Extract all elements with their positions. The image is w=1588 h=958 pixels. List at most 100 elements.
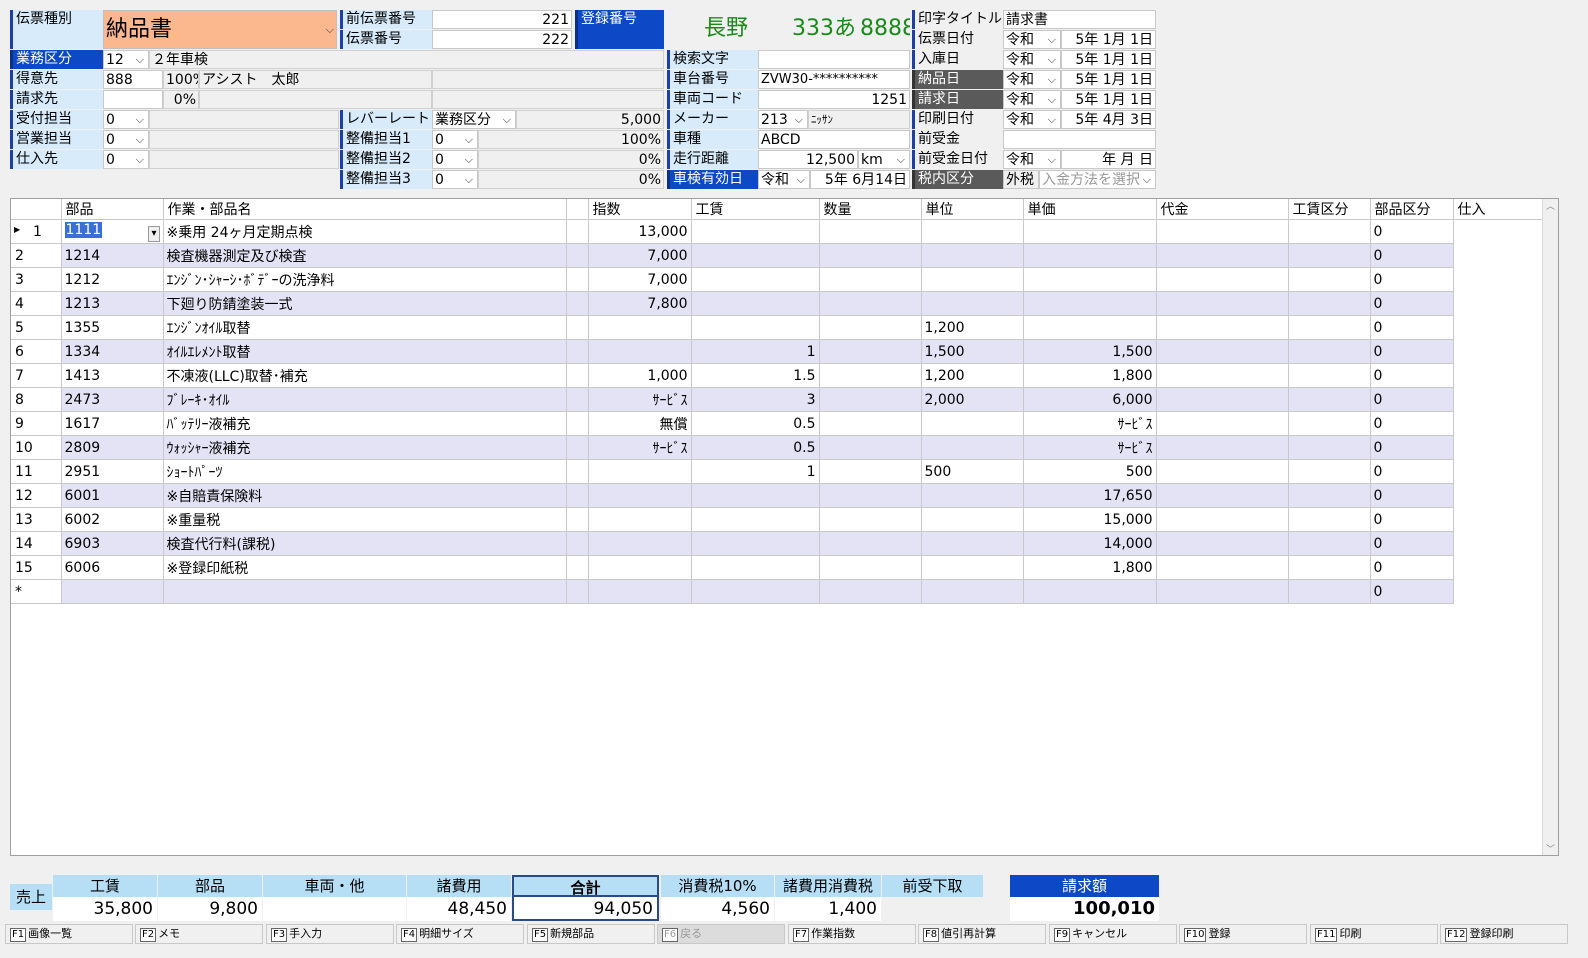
grid-cell[interactable] <box>819 507 922 532</box>
grid-cell[interactable] <box>1288 267 1371 292</box>
grid-cell[interactable]: 0.5 <box>691 411 820 436</box>
grid-cell[interactable] <box>1023 291 1157 316</box>
grid-cell[interactable]: ※重量税 <box>163 507 567 532</box>
grid-cell[interactable] <box>566 267 589 292</box>
grid-cell[interactable]: 0 <box>1370 363 1454 388</box>
grid-cell[interactable]: 無償 <box>588 411 692 436</box>
grid-cell[interactable] <box>566 315 589 340</box>
grid-cell[interactable] <box>1288 531 1371 556</box>
grid-cell[interactable] <box>819 243 922 268</box>
grid-cell[interactable] <box>691 555 820 580</box>
mileage-field[interactable]: 12,500 <box>758 150 858 169</box>
grid-cell[interactable]: 1,200 <box>921 363 1024 388</box>
delivery-date-field[interactable]: 5年 1月 1日 <box>1061 70 1156 89</box>
grid-cell[interactable] <box>921 555 1024 580</box>
grid-cell[interactable] <box>819 435 922 460</box>
table-row[interactable]: 15 6006 ※登録印紙税 1,800 0 <box>11 555 1543 580</box>
delivery-date-era-select[interactable]: 令和 ⌵ <box>1003 70 1061 89</box>
search-text-field[interactable] <box>758 50 910 69</box>
table-row[interactable]: ▶ 1 1111 ▾ ※乗用 24ヶ月定期点検 13,000 0 <box>11 219 1543 244</box>
grid-cell[interactable] <box>921 507 1024 532</box>
table-row[interactable]: 9 1617 ﾊﾞｯﾃﾘｰ液補充 無償 0.5 ｻｰﾋﾞｽ 0 <box>11 411 1543 436</box>
grid-cell[interactable] <box>691 483 820 508</box>
grid-cell[interactable]: ｻｰﾋﾞｽ <box>588 387 692 412</box>
grid-cell[interactable]: ｻｰﾋﾞｽ <box>1023 411 1157 436</box>
grid-cell[interactable]: 0 <box>1370 555 1454 580</box>
table-row[interactable]: 7 1413 不凍液(LLC)取替･補充 1,000 1.5 1,200 1,800 0 <box>11 363 1543 388</box>
grid-cell[interactable] <box>566 531 589 556</box>
grid-cell[interactable] <box>588 579 692 604</box>
column-header[interactable]: 作業・部品名 <box>163 199 567 220</box>
grid-cell[interactable] <box>1156 219 1289 244</box>
grid-cell[interactable] <box>566 555 589 580</box>
grid-cell[interactable] <box>61 579 164 604</box>
tax-type-value[interactable]: 外税 <box>1003 170 1039 189</box>
grid-cell[interactable]: ﾌﾞﾚｰｷ･ｵｲﾙ <box>163 387 567 412</box>
grid-cell[interactable]: ﾊﾞｯﾃﾘｰ液補充 <box>163 411 567 436</box>
grid-cell[interactable] <box>1023 243 1157 268</box>
grid-cell[interactable] <box>1023 315 1157 340</box>
grid-cell[interactable]: 0 <box>1370 531 1454 556</box>
invoice-date-era-select[interactable]: 令和 ⌵ <box>1003 90 1061 109</box>
grid-cell[interactable] <box>1156 411 1289 436</box>
fkey-f6-button[interactable]: F6 戻る <box>657 924 785 944</box>
grid-cell[interactable]: 0 <box>1370 507 1454 532</box>
grid-cell[interactable]: 14,000 <box>1023 531 1157 556</box>
grid-cell[interactable] <box>1288 363 1371 388</box>
detail-grid[interactable]: 部品 作業・部品名 指数 工賃 数量 単位 単価 代金 工賃区分 部品区分 仕入 ▶ 1 1111 ▾ ※乗… <box>10 198 1559 856</box>
dropdown-arrow-icon[interactable]: ▾ <box>148 225 160 242</box>
grid-cell[interactable]: 1.5 <box>691 363 820 388</box>
grid-cell[interactable]: 1,500 <box>1023 339 1157 364</box>
grid-cell[interactable] <box>921 435 1024 460</box>
row-header[interactable]: 7 <box>11 363 62 388</box>
row-header[interactable]: 15 <box>11 555 62 580</box>
grid-cell[interactable] <box>819 531 922 556</box>
grid-cell[interactable]: 500 <box>1023 459 1157 484</box>
grid-cell[interactable]: 0 <box>1370 243 1454 268</box>
grid-cell[interactable] <box>1156 555 1289 580</box>
arrival-date-era-select[interactable]: 令和 ⌵ <box>1003 50 1061 69</box>
grid-cell[interactable] <box>1156 243 1289 268</box>
slip-no-field[interactable]: 222 <box>432 30 572 49</box>
grid-cell[interactable] <box>566 339 589 364</box>
grid-cell[interactable] <box>1156 363 1289 388</box>
table-row[interactable]: 13 6002 ※重量税 15,000 0 <box>11 507 1543 532</box>
grid-cell[interactable] <box>1288 387 1371 412</box>
grid-cell[interactable]: 2473 <box>61 387 164 412</box>
grid-cell[interactable] <box>588 531 692 556</box>
grid-cell[interactable] <box>819 315 922 340</box>
fkey-f7-button[interactable]: F7 作業指数 <box>788 924 916 944</box>
grid-cell[interactable] <box>819 363 922 388</box>
grid-cell[interactable]: ｳｫｯｼｬｰ液補充 <box>163 435 567 460</box>
column-header[interactable]: 単価 <box>1023 199 1157 220</box>
grid-cell[interactable] <box>921 267 1024 292</box>
grid-cell[interactable] <box>1156 459 1289 484</box>
grid-cell[interactable] <box>566 291 589 316</box>
grid-cell[interactable]: 13,000 <box>588 219 692 244</box>
grid-cell[interactable] <box>566 219 589 244</box>
grid-cell[interactable]: 7,000 <box>588 267 692 292</box>
grid-cell[interactable]: 不凍液(LLC)取替･補充 <box>163 363 567 388</box>
column-header[interactable]: 工賃 <box>691 199 820 220</box>
table-row[interactable]: 4 1213 下廻り防錆塗装一式 7,800 0 <box>11 291 1543 316</box>
grid-cell[interactable]: ※登録印紙税 <box>163 555 567 580</box>
grid-cell[interactable]: ｻｰﾋﾞｽ <box>1023 435 1157 460</box>
maker-select[interactable]: 213 ⌵ <box>758 110 808 129</box>
grid-cell[interactable] <box>1288 339 1371 364</box>
column-header[interactable]: 部品 <box>61 199 164 220</box>
grid-cell[interactable]: 0 <box>1370 435 1454 460</box>
grid-cell[interactable] <box>588 555 692 580</box>
row-header[interactable]: 4 <box>11 291 62 316</box>
grid-cell[interactable] <box>566 483 589 508</box>
grid-cell[interactable]: 0 <box>1370 387 1454 412</box>
grid-cell[interactable]: 0 <box>1370 339 1454 364</box>
grid-cell[interactable]: ｴﾝｼﾞﾝ･ｼｬｰｼ･ﾎﾞﾃﾞｰの洗浄料 <box>163 267 567 292</box>
fkey-f2-button[interactable]: F2 メモ <box>135 924 263 944</box>
grid-cell[interactable] <box>921 243 1024 268</box>
grid-cell[interactable] <box>1156 579 1289 604</box>
grid-cell[interactable] <box>1288 459 1371 484</box>
advance-date-era-select[interactable]: 令和 ⌵ <box>1003 150 1061 169</box>
grid-cell[interactable]: 1111 ▾ <box>61 219 164 244</box>
fkey-f4-button[interactable]: F4 明細サイズ <box>396 924 524 944</box>
mechanic2-select[interactable]: 0 ⌵ <box>432 150 478 169</box>
